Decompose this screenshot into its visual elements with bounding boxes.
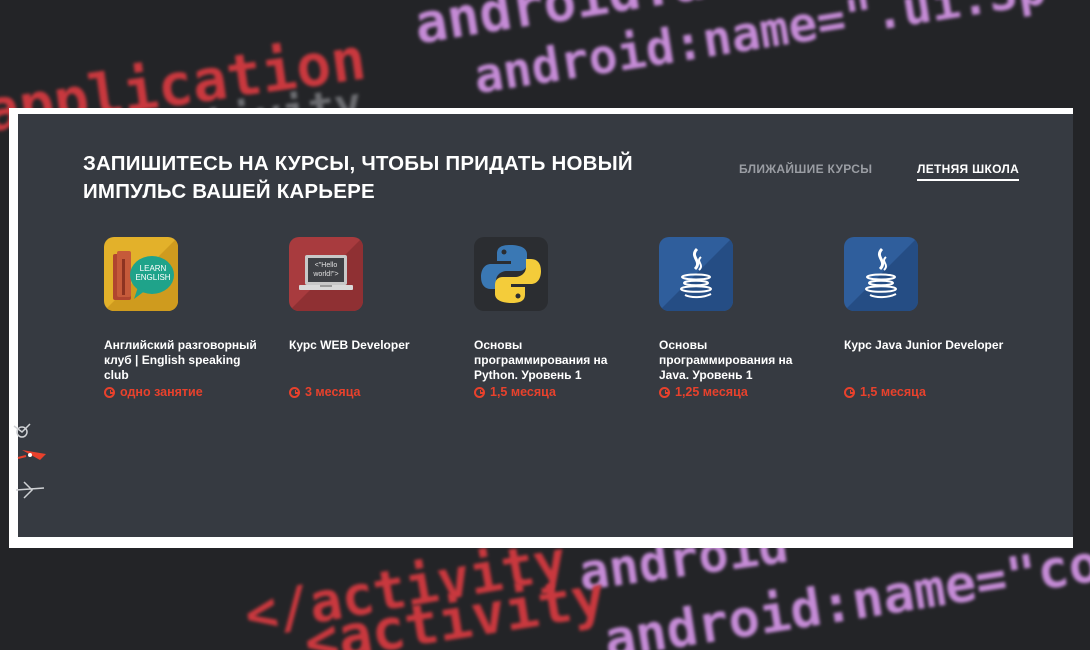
rocket-icon — [22, 450, 46, 460]
duration-text: 1,5 месяца — [490, 385, 556, 399]
duration-text: 1,5 месяца — [860, 385, 926, 399]
tab-nearest-courses[interactable]: БЛИЖАЙШИЕ КУРСЫ — [739, 162, 872, 176]
clock-icon — [474, 386, 485, 398]
course-card-web-developer[interactable]: <"Hello world!"> Курс WEB Developer 3 ме… — [289, 237, 449, 399]
tab-summer-school[interactable]: ЛЕТНЯЯ ШКОЛА — [917, 162, 1020, 181]
course-card-python[interactable]: Основы программирования на Python. Урове… — [474, 237, 634, 399]
clock-icon — [289, 386, 300, 398]
duration-text: 3 месяца — [305, 385, 361, 399]
clock-icon — [844, 386, 855, 398]
course-title: Курс Java Junior Developer — [844, 338, 1004, 352]
duration-text: одно занятие — [120, 385, 203, 399]
course-card-java-basics[interactable]: Основы программирования на Java. Уровень… — [659, 237, 819, 399]
course-card-java-junior[interactable]: Курс Java Junior Developer 1,5 месяца — [844, 237, 1004, 399]
course-duration: 1,25 месяца — [659, 385, 819, 399]
course-duration: одно занятие — [104, 385, 264, 399]
clock-icon — [104, 386, 115, 398]
course-title: Курс WEB Developer — [289, 338, 410, 352]
course-card-english-club[interactable]: LEARN ENGLISH Английский разговорный клу… — [104, 237, 264, 399]
icon-caption: <"Hello world!"> — [313, 262, 339, 278]
course-title: Основы программирования на Python. Урове… — [474, 338, 608, 382]
laptop-hello-world-icon: <"Hello world!"> — [289, 237, 363, 311]
java-logo-icon — [844, 237, 918, 311]
clock-icon — [659, 386, 670, 398]
learn-english-icon: LEARN ENGLISH — [104, 237, 178, 311]
java-logo-icon — [659, 237, 733, 311]
course-duration: 1,5 месяца — [844, 385, 1004, 399]
course-duration: 1,5 месяца — [474, 385, 634, 399]
plane-icon — [15, 481, 45, 499]
course-title: Английский разговорный клуб | English sp… — [104, 338, 257, 382]
section-headline: ЗАПИШИТЕСЬ НА КУРСЫ, ЧТОБЫ ПРИДАТЬ НОВЫЙ… — [83, 152, 633, 203]
courses-panel: ЗАПИШИТЕСЬ НА КУРСЫ, ЧТОБЫ ПРИДАТЬ НОВЫЙ… — [18, 114, 1073, 537]
course-title: Основы программирования на Java. Уровень… — [659, 338, 793, 382]
side-decorations — [0, 412, 50, 516]
icon-caption: LEARN ENGLISH — [135, 264, 171, 282]
course-duration: 3 месяца — [289, 385, 449, 399]
duration-text: 1,25 месяца — [675, 385, 748, 399]
bicycle-icon — [13, 423, 46, 499]
python-logo-icon — [474, 237, 548, 311]
